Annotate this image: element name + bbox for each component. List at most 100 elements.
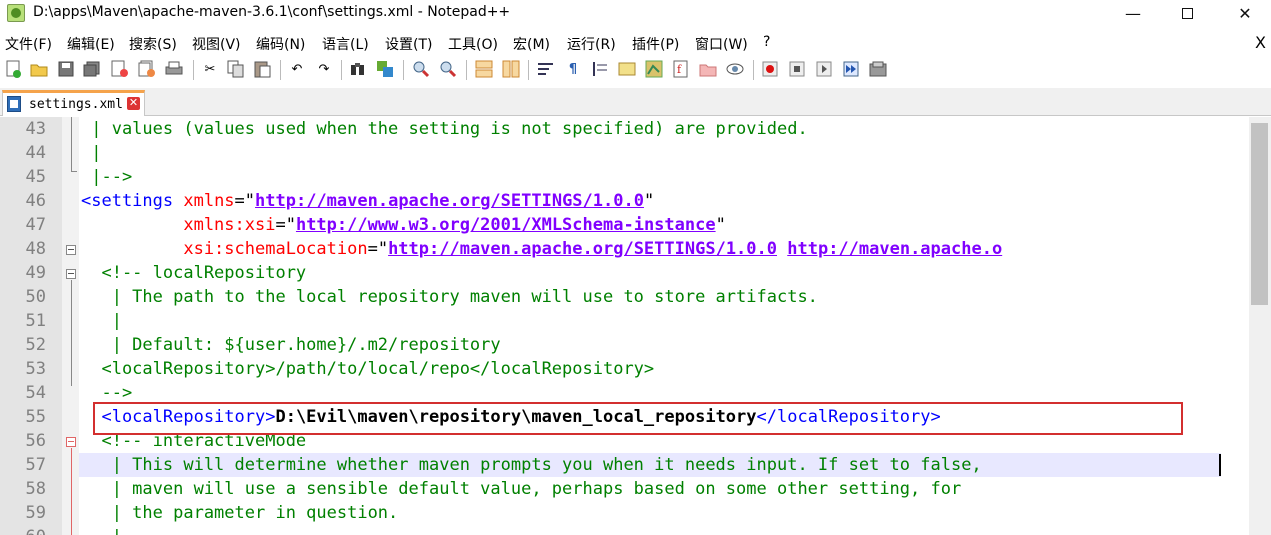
line-number: 58 <box>25 479 46 499</box>
text-caret <box>1219 454 1221 476</box>
undo-icon[interactable]: ↶ <box>287 59 307 79</box>
run-macro-multiple-icon[interactable] <box>841 59 861 79</box>
code-line-45: |--> <box>81 167 133 187</box>
line-number: 50 <box>25 287 46 307</box>
tab-settings-xml[interactable]: settings.xml ✕ <box>2 90 145 116</box>
line-number: 57 <box>25 455 46 475</box>
line-number: 56 <box>25 431 46 451</box>
doc-map-icon[interactable] <box>644 59 664 79</box>
copy-icon[interactable] <box>226 59 246 79</box>
menu-settings[interactable]: 设置(T) <box>385 34 432 54</box>
menu-window[interactable]: 窗口(W) <box>695 34 748 54</box>
code-line-44: | <box>81 143 102 163</box>
line-number: 49 <box>25 263 46 283</box>
code-line-53: <localRepository>/path/to/local/repo</lo… <box>81 359 655 379</box>
annotation-highlight-box <box>93 402 1183 435</box>
menu-plugins[interactable]: 插件(P) <box>632 34 679 54</box>
new-file-icon[interactable] <box>4 59 24 79</box>
zoom-in-icon[interactable] <box>411 59 431 79</box>
tab-label: settings.xml <box>29 97 123 112</box>
code-line-58: | maven will use a sensible default valu… <box>81 479 962 499</box>
menu-macro[interactable]: 宏(M) <box>513 34 550 54</box>
fold-toggle-comment-interactive[interactable] <box>66 437 76 447</box>
code-line-59: | the parameter in question. <box>81 503 399 523</box>
line-number: 44 <box>25 143 46 163</box>
code-line-49: <!-- localRepository <box>81 263 307 283</box>
stop-macro-icon[interactable] <box>787 59 807 79</box>
sync-vertical-icon[interactable] <box>474 59 494 79</box>
code-line-57: | This will determine whether maven prom… <box>81 455 982 475</box>
menu-language[interactable]: 语言(L) <box>322 34 369 54</box>
menu-run[interactable]: 运行(R) <box>567 34 616 54</box>
maximize-button[interactable] <box>1164 0 1210 26</box>
code-line-48: xsi:schemaLocation="http://maven.apache.… <box>81 239 1003 259</box>
line-number: 46 <box>25 191 46 211</box>
save-all-icon[interactable] <box>82 59 102 79</box>
saved-file-icon <box>7 96 21 112</box>
cut-icon[interactable]: ✂ <box>200 59 220 79</box>
menu-file[interactable]: 文件(F) <box>5 34 52 54</box>
function-list-icon[interactable]: f <box>671 59 691 79</box>
minimize-icon: — <box>1125 3 1141 23</box>
tab-bar: settings.xml ✕ <box>0 88 1271 116</box>
menu-help[interactable]: ? <box>763 34 770 50</box>
line-number: 59 <box>25 503 46 523</box>
folder-icon[interactable] <box>698 59 718 79</box>
close-icon[interactable] <box>110 59 130 79</box>
replace-icon[interactable] <box>375 59 395 79</box>
redo-icon[interactable]: ↷ <box>314 59 334 79</box>
line-number: 51 <box>25 311 46 331</box>
menu-edit[interactable]: 编辑(E) <box>67 34 115 54</box>
record-macro-icon[interactable] <box>760 59 780 79</box>
title-bar: D:\apps\Maven\apache-maven-3.6.1\conf\se… <box>0 0 1271 26</box>
notepadpp-app-icon <box>7 4 25 22</box>
scrollbar-thumb[interactable] <box>1251 123 1268 305</box>
zoom-out-icon[interactable] <box>438 59 458 79</box>
code-text-area[interactable]: | values (values used when the setting i… <box>79 117 1249 535</box>
menu-tools[interactable]: 工具(O) <box>448 34 498 54</box>
line-number: 45 <box>25 167 46 187</box>
toolbar: ✂ ↶ ↷ ¶ f <box>0 56 1271 84</box>
menu-view[interactable]: 视图(V) <box>192 34 241 54</box>
code-line-43: | values (values used when the setting i… <box>81 119 808 139</box>
code-line-46: <settings xmlns="http://maven.apache.org… <box>81 191 655 211</box>
maximize-icon <box>1181 7 1193 19</box>
sync-horizontal-icon[interactable] <box>501 59 521 79</box>
save-icon[interactable] <box>56 59 76 79</box>
window-title: D:\apps\Maven\apache-maven-3.6.1\conf\se… <box>33 4 511 20</box>
print-icon[interactable] <box>164 59 184 79</box>
lang-icon[interactable] <box>617 59 637 79</box>
vertical-scrollbar[interactable] <box>1249 117 1271 535</box>
menu-search[interactable]: 搜索(S) <box>129 34 177 54</box>
indent-guide-icon[interactable] <box>590 59 610 79</box>
line-number: 55 <box>25 407 46 427</box>
code-line-52: | Default: ${user.home}/.m2/repository <box>81 335 501 355</box>
line-number: 54 <box>25 383 46 403</box>
save-macro-icon[interactable] <box>868 59 888 79</box>
close-document-button[interactable]: X <box>1255 33 1266 52</box>
line-number: 48 <box>25 239 46 259</box>
paste-icon[interactable] <box>253 59 273 79</box>
line-number: 43 <box>25 119 46 139</box>
code-line-50: | The path to the local repository maven… <box>81 287 818 307</box>
minimize-button[interactable]: — <box>1110 0 1156 26</box>
show-all-chars-icon[interactable]: ¶ <box>563 59 583 79</box>
word-wrap-icon[interactable] <box>536 59 556 79</box>
close-icon: ✕ <box>1238 3 1252 23</box>
menu-encoding[interactable]: 编码(N) <box>256 34 305 54</box>
code-line-60: | <box>81 525 122 535</box>
line-number: 53 <box>25 359 46 379</box>
open-file-icon[interactable] <box>29 59 49 79</box>
find-icon[interactable] <box>348 59 368 79</box>
close-window-button[interactable]: ✕ <box>1222 0 1268 26</box>
fold-toggle-comment-local-repo[interactable] <box>66 269 76 279</box>
play-macro-icon[interactable] <box>814 59 834 79</box>
editor[interactable]: 43 44 45 46 47 48 49 50 51 52 53 54 55 5… <box>0 117 1271 535</box>
fold-toggle-settings[interactable] <box>66 245 76 255</box>
line-number: 47 <box>25 215 46 235</box>
code-line-51: | <box>81 311 122 331</box>
tab-close-button[interactable]: ✕ <box>127 97 140 110</box>
menu-bar: 文件(F) 编辑(E) 搜索(S) 视图(V) 编码(N) 语言(L) 设置(T… <box>0 32 1271 54</box>
close-all-icon[interactable] <box>137 59 157 79</box>
monitor-icon[interactable] <box>725 59 745 79</box>
